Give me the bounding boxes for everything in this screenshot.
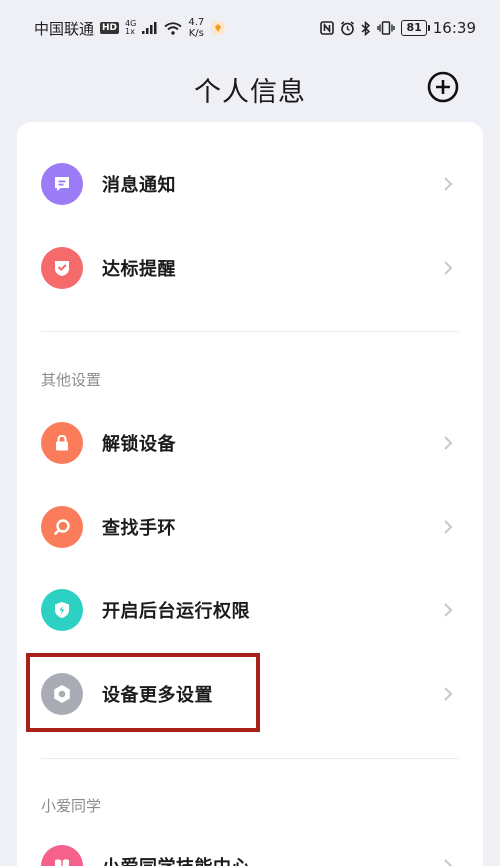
page-title: 个人信息 [194, 76, 306, 108]
chevron-right-icon [444, 436, 453, 450]
settings-card: 消息通知 达标提醒 其他设置 解锁设备 查找手环 开启后台运行权限 设备更多设置… [17, 122, 483, 866]
nfc-icon [320, 21, 335, 35]
battery-indicator: 81 [401, 20, 431, 36]
section-divider [41, 758, 459, 759]
lock-icon [41, 422, 83, 464]
highlight-box [26, 653, 260, 732]
setting-label: 达标提醒 [102, 259, 176, 280]
setting-label: 查找手环 [102, 518, 176, 539]
setting-find-band[interactable]: 查找手环 [17, 485, 483, 569]
setting-background-permission[interactable]: 开启后台运行权限 [17, 568, 483, 652]
setting-xiaoai-skill-center[interactable]: 小爱同学技能中心 [17, 824, 483, 866]
message-icon [41, 163, 83, 205]
network-speed: 4.7 K/s [188, 17, 205, 39]
setting-label: 解锁设备 [102, 434, 176, 455]
search-icon [41, 506, 83, 548]
setting-label: 开启后台运行权限 [102, 601, 250, 622]
badge-check-icon [41, 247, 83, 289]
plus-circle-icon [427, 71, 459, 103]
shield-bolt-icon [41, 589, 83, 631]
carrier-label: 中国联通 [34, 19, 95, 38]
section-title-other-settings: 其他设置 [41, 371, 102, 389]
page-header: 个人信息 [0, 56, 500, 122]
status-bar: 中国联通 HD 4G 1x 4.7 K/s 81 16:39 [0, 0, 500, 56]
chevron-right-icon [444, 520, 453, 534]
chevron-right-icon [444, 687, 453, 701]
chevron-right-icon [444, 859, 453, 866]
alarm-icon [340, 20, 355, 36]
hd-badge: HD [100, 22, 120, 34]
vibrate-icon [377, 21, 396, 35]
section-divider [41, 331, 459, 332]
setting-label: 消息通知 [102, 175, 176, 196]
section-title-xiaoai: 小爱同学 [41, 797, 102, 815]
signal-icon [142, 22, 158, 34]
chevron-right-icon [444, 177, 453, 191]
chevron-right-icon [444, 603, 453, 617]
network-type: 4G 1x [125, 19, 137, 36]
setting-goal-reminder[interactable]: 达标提醒 [17, 226, 483, 310]
wifi-icon [164, 21, 182, 35]
bluetooth-icon [361, 20, 371, 36]
app-notification-icon [210, 20, 226, 36]
chevron-right-icon [444, 261, 453, 275]
setting-label: 小爱同学技能中心 [102, 853, 250, 866]
setting-unlock-device[interactable]: 解锁设备 [17, 401, 483, 485]
add-button[interactable] [426, 70, 460, 104]
clock: 16:39 [432, 19, 476, 37]
book-icon [41, 845, 83, 866]
setting-message-notification[interactable]: 消息通知 [17, 142, 483, 226]
